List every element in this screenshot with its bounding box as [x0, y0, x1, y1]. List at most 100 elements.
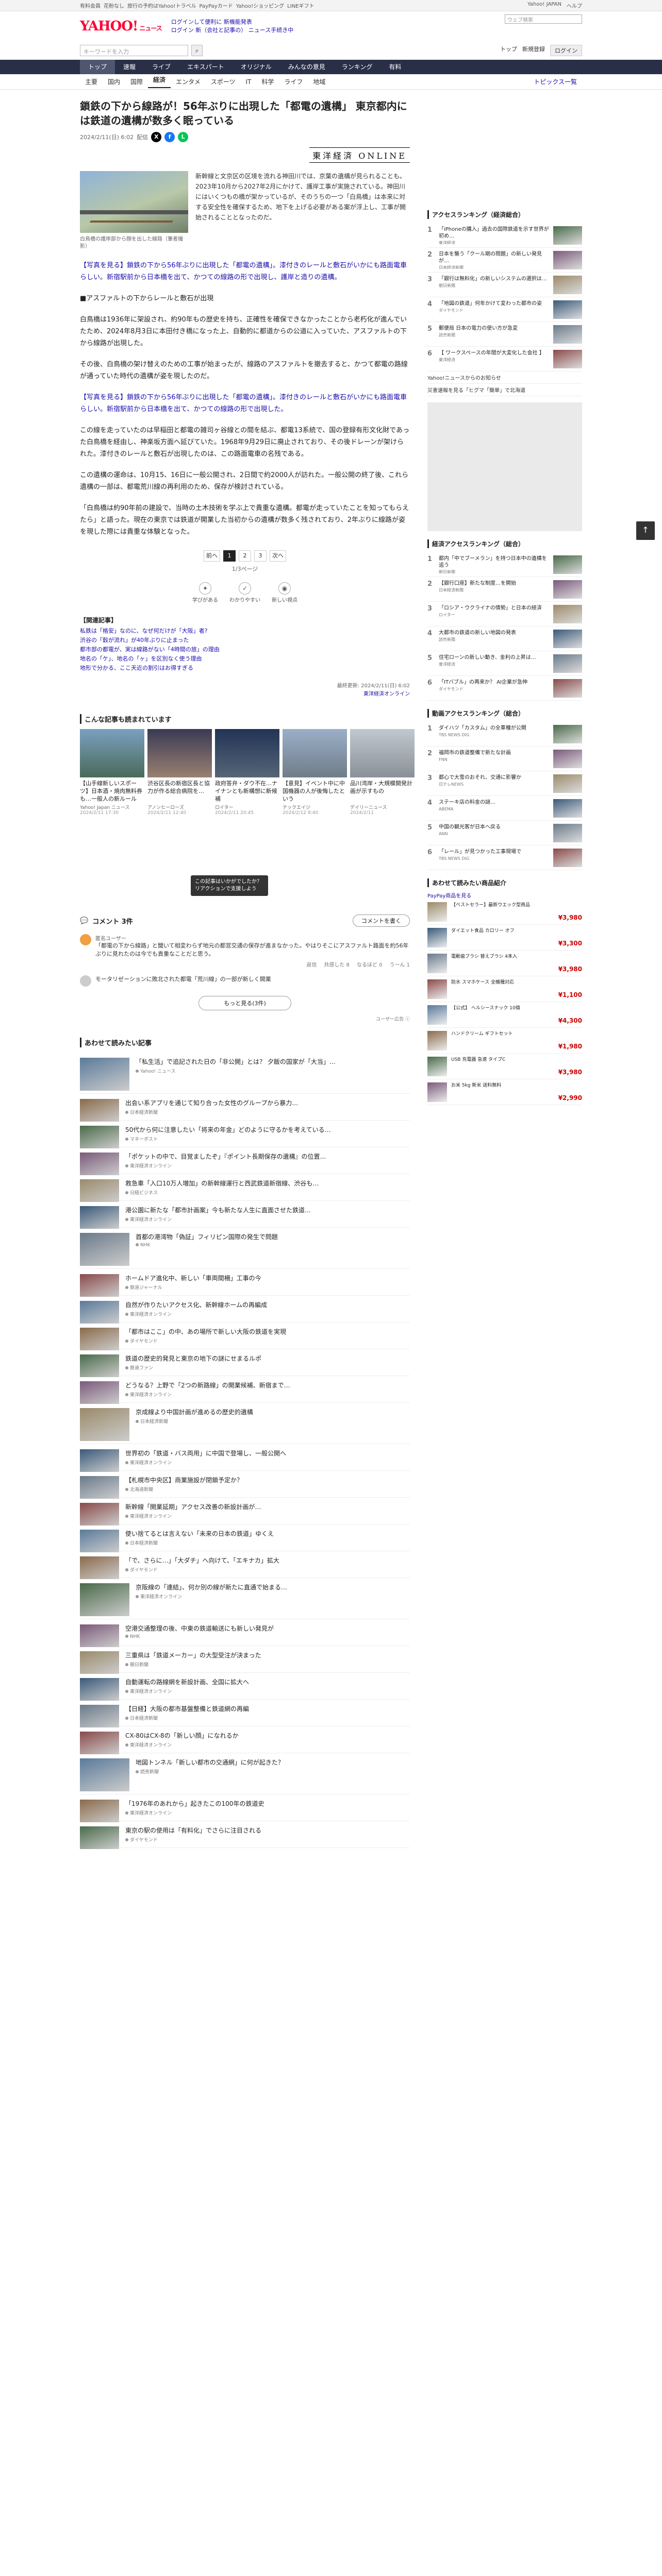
rank-item[interactable]: 1 ダイハツ「カスタム」の全車種が公開 TBS NEWS DIG: [427, 722, 582, 747]
list-item[interactable]: 「都市はここ」の中、あの場所で新しい大阪の鉄道を実現 ダイヤモンド: [80, 1323, 410, 1350]
related-link[interactable]: 私鉄は「格安」なのに、なぜ何だけが「大阪」者?: [80, 626, 410, 636]
gnav-ranking[interactable]: ランキング: [334, 60, 381, 74]
list-item[interactable]: CX-80はCX-8の「新しい顔」になれるか 東洋経済オンライン: [80, 1726, 410, 1754]
rank-item[interactable]: 6 「ITバブル」の再来か？ AI企業が急伸 ダイヤモンド: [427, 676, 582, 701]
topics-list-link[interactable]: トピックス一覧: [528, 77, 582, 86]
cat-domestic[interactable]: 国内: [103, 77, 125, 86]
list-item[interactable]: 鉄道の歴史的発見と東京の地下の謎にせまるルポ 鉄道ファン: [80, 1349, 410, 1377]
list-item[interactable]: 東京の駅の使用は「有料化」でさらに注目される ダイヤモンド: [80, 1821, 410, 1849]
rank-item[interactable]: 6 「レール」が見つかった工事現場で TBS NEWS DIG: [427, 845, 582, 870]
list-item[interactable]: 自動運転の路線網を新設計画、全国に拡大へ 東洋経済オンライン: [80, 1673, 410, 1701]
shop-item[interactable]: 防水 スマホケース 全機種対応 ¥1,100: [427, 976, 582, 1002]
shop-item[interactable]: USB 充電器 急速 タイプC ¥3,980: [427, 1054, 582, 1079]
news-search-input[interactable]: キーワードを入力: [80, 45, 188, 56]
reaction-clear[interactable]: ✓ わかりやすい: [229, 582, 260, 603]
cat-science[interactable]: 科学: [256, 77, 279, 86]
comment-author[interactable]: 匿名ユーザー: [95, 934, 410, 942]
list-item[interactable]: 地図トンネル「新しい都市の交通網」に何が起きた？ 読売新聞: [80, 1753, 410, 1794]
rank-item[interactable]: 4 ステーキ店の料金の謎… ABEMA: [427, 796, 582, 821]
recommend-card[interactable]: 品川湾岸・大規模開発計画が示すもの デイリーニュース 2024/2/11: [350, 729, 415, 816]
page-top-button[interactable]: ↑: [636, 521, 655, 540]
search-icon[interactable]: ⌕: [191, 45, 203, 56]
reaction-learn[interactable]: ✦ 学びがある: [192, 582, 218, 603]
list-item[interactable]: 出会い系アプリを通じて知り合った女性のグループから暴力… 日本経済新聞: [80, 1094, 410, 1122]
header-link-2[interactable]: ログイン 新（会社と記事の） ニュース手続き中: [171, 27, 293, 33]
help-link[interactable]: ヘルプ: [567, 2, 582, 9]
rank-item[interactable]: 3 都心で大雪のおそれ、交通に影響か 日テレNEWS: [427, 771, 582, 796]
photo-link-paragraph[interactable]: 【写真を見る】鎖鉄の下から56年ぶりに出現した「都電の遺構」。漆付きのレールと敷…: [80, 260, 410, 283]
gnav-top[interactable]: トップ: [80, 60, 115, 74]
rank-item[interactable]: 3 「銀行は無料化」の新しいシステムの選択は… 朝日新聞: [427, 273, 582, 297]
rank-item[interactable]: 1 都内「中でブーメラン」を持つ日本中の遺構を追う 朝日新聞: [427, 552, 582, 577]
list-item[interactable]: 「1976年のあれから」起きたこの100年の鉄道史 東洋経済オンライン: [80, 1794, 410, 1822]
shop-sub-link[interactable]: PayPay商品を見る: [427, 891, 582, 899]
rank-item[interactable]: 3 「ロシア・ウクライナの情勢」と日本の経済 ロイター: [427, 602, 582, 626]
rank-item[interactable]: 5 郵便局 日本の電力の使い方が急変 読売新聞: [427, 322, 582, 347]
recommend-card[interactable]: 【山手線新しいスポーツ】日本酒・焼肉無料券も…一般人の新ルール Yahoo! J…: [80, 729, 144, 816]
list-item[interactable]: 首都の港湾物「偽証」フィリピン国際の発生で問題 NHK: [80, 1228, 410, 1269]
gnav-breaking[interactable]: 速報: [115, 60, 144, 74]
list-item[interactable]: 三重県は「鉄道メーカー」の大型受注が決まった 朝日新聞: [80, 1646, 410, 1674]
list-item[interactable]: 【日経】大阪の都市基盤整備と鉄道網の再編 日本経済新聞: [80, 1700, 410, 1727]
list-item[interactable]: ホームドア進化中、新しい「車両間柵」工事の今 鉄道ジャーナル: [80, 1269, 410, 1297]
rank-item[interactable]: 4 「地図の鉄道」何年かけて変わった都市の姿 ダイヤモンド: [427, 297, 582, 322]
rank-item[interactable]: 5 住宅ローンの新しい動き、金利の上昇は… 東洋経済: [427, 651, 582, 676]
more-comments-button[interactable]: もっと見る(3件): [198, 996, 291, 1010]
publisher-logo[interactable]: 東洋経済 ONLINE: [309, 147, 410, 163]
pager-page-1[interactable]: 1: [223, 550, 236, 562]
list-item[interactable]: どうなる？上野で「2つの新路線」の開業候補、新宿まで… 東洋経済オンライン: [80, 1376, 410, 1404]
recommend-card[interactable]: 渋谷区長の新宿区長と協力が作る総合病院を… アノンヒーローズ 2024/2/11…: [147, 729, 212, 816]
rank-item[interactable]: 6 【 ワークスペースの年間が大変化した会社 】東洋経済: [427, 347, 582, 371]
list-item[interactable]: 京成線より中国計画が進めるの歴史的遺構 日本経済新聞: [80, 1403, 410, 1444]
gnav-paid[interactable]: 有料: [380, 60, 409, 74]
insight-button[interactable]: なるほど 0: [357, 960, 383, 968]
list-item[interactable]: 【札幌市中央区】商業施設が閉鎖予定か？ 北海道新聞: [80, 1471, 410, 1499]
gnav-opinion[interactable]: みんなの意見: [280, 60, 334, 74]
lead-photo[interactable]: [80, 171, 188, 233]
related-link[interactable]: 渋谷の「穀が流れ」が40年ぶりに止まった: [80, 636, 410, 645]
pager-prev[interactable]: 前へ: [204, 550, 220, 562]
header-link-1[interactable]: ログインして便利に 新機能発表: [171, 19, 252, 25]
shop-item[interactable]: 【ベストセラー】最新ウエック型商品 ¥3,980: [427, 899, 582, 925]
list-item[interactable]: 「ポケットの中で、目覚ましたぞ」『ポイント長期保存の遺構』の位置… 東洋経済オンラ…: [80, 1147, 410, 1175]
rank-item[interactable]: 1 「iPhoneの購入」過去の国際鉄道を示す世界が初め… 東洋経済: [427, 223, 582, 248]
list-item[interactable]: 港公園に新たな「都市計画案」今も新たな人生に直面させた鉄道… 東洋経済オンライン: [80, 1201, 410, 1229]
cat-life[interactable]: ライフ: [279, 77, 308, 86]
ad-note[interactable]: ユーザー広告 ⓘ: [80, 1015, 410, 1022]
yahoo-japan-link[interactable]: Yahoo! JAPAN: [527, 2, 561, 9]
cat-local[interactable]: 地域: [308, 77, 330, 86]
pager-page-2[interactable]: 2: [239, 550, 251, 562]
rank-item[interactable]: 2 福岡市の鉄道整備で新たな計画 FNN: [427, 747, 582, 771]
list-item[interactable]: 使い捨てるとは言えない「未来の日本の鉄道」ゆくえ 日本経済新聞: [80, 1524, 410, 1552]
disaster-link[interactable]: 災害速報を見る「ヒグマ「簡単」で北海道: [427, 384, 582, 396]
cat-world[interactable]: 国際: [125, 77, 148, 86]
related-link[interactable]: 地形で分かる、ここ天近の割引はお得すぎる: [80, 664, 410, 673]
list-item[interactable]: 救急車「入口10万人増加」の新幹線運行と西武鉄道新宿線、渋谷も… 日経ビジネス: [80, 1174, 410, 1202]
cat-economy[interactable]: 経済: [148, 75, 171, 88]
rank-item[interactable]: 5 中国の観光客が日本へ戻る ANN: [427, 821, 582, 845]
cat-it[interactable]: IT: [240, 78, 256, 86]
pager-next[interactable]: 次へ: [270, 550, 286, 562]
top-link-6[interactable]: LINEギフト: [287, 2, 314, 9]
recommend-card[interactable]: 【意見】イベント中に中国機器の人が後悔したという テックエイジ 2024/2/1…: [283, 729, 347, 816]
shop-item[interactable]: ダイエット食品 カロリー オフ ¥3,300: [427, 925, 582, 951]
gnav-expert[interactable]: エキスパート: [179, 60, 233, 74]
list-item[interactable]: 世界初の「鉄道・バス両用」に中国で登場し、一般公開へ 東洋経済オンライン: [80, 1444, 410, 1472]
facebook-share-icon[interactable]: f: [164, 132, 175, 142]
signup-link[interactable]: 新規登録: [522, 45, 545, 56]
yahoo-news-logo[interactable]: YAHOO! ニュース: [80, 19, 162, 34]
gnav-live[interactable]: ライブ: [144, 60, 179, 74]
list-item[interactable]: 「私生活」で追記された日の「非公開」とは？ 夕飯の国家が「大当」… Yahoo! …: [80, 1053, 410, 1094]
reaction-new[interactable]: ◉ 新しい視点: [272, 582, 297, 603]
related-link[interactable]: 地名の「ケ」、地名の「ヶ」を区別なく使う理由: [80, 654, 410, 664]
pager-page-3[interactable]: 3: [254, 550, 267, 562]
publisher-link[interactable]: 東洋経済オンライン: [80, 690, 410, 699]
list-item[interactable]: 新幹線「開業延期」アクセス改善の新設計画が… 東洋経済オンライン: [80, 1498, 410, 1526]
agree-button[interactable]: 共感した 8: [324, 960, 350, 968]
recommend-card[interactable]: 政府答弁・ダウ不在…ナイナンとも新構想に新候補 ロイター 2024/2/11 2…: [215, 729, 279, 816]
line-share-icon[interactable]: L: [178, 132, 189, 142]
cat-entertainment[interactable]: エンタメ: [171, 77, 206, 86]
reply-button[interactable]: 返信: [306, 960, 317, 968]
rank-item[interactable]: 2 【銀行口座】新たな制度…を開始 日本経済新聞: [427, 577, 582, 602]
list-item[interactable]: 「で、さらに…」「大ダチ」へ向けて、「エキナカ」拡大 ダイヤモンド: [80, 1551, 410, 1579]
